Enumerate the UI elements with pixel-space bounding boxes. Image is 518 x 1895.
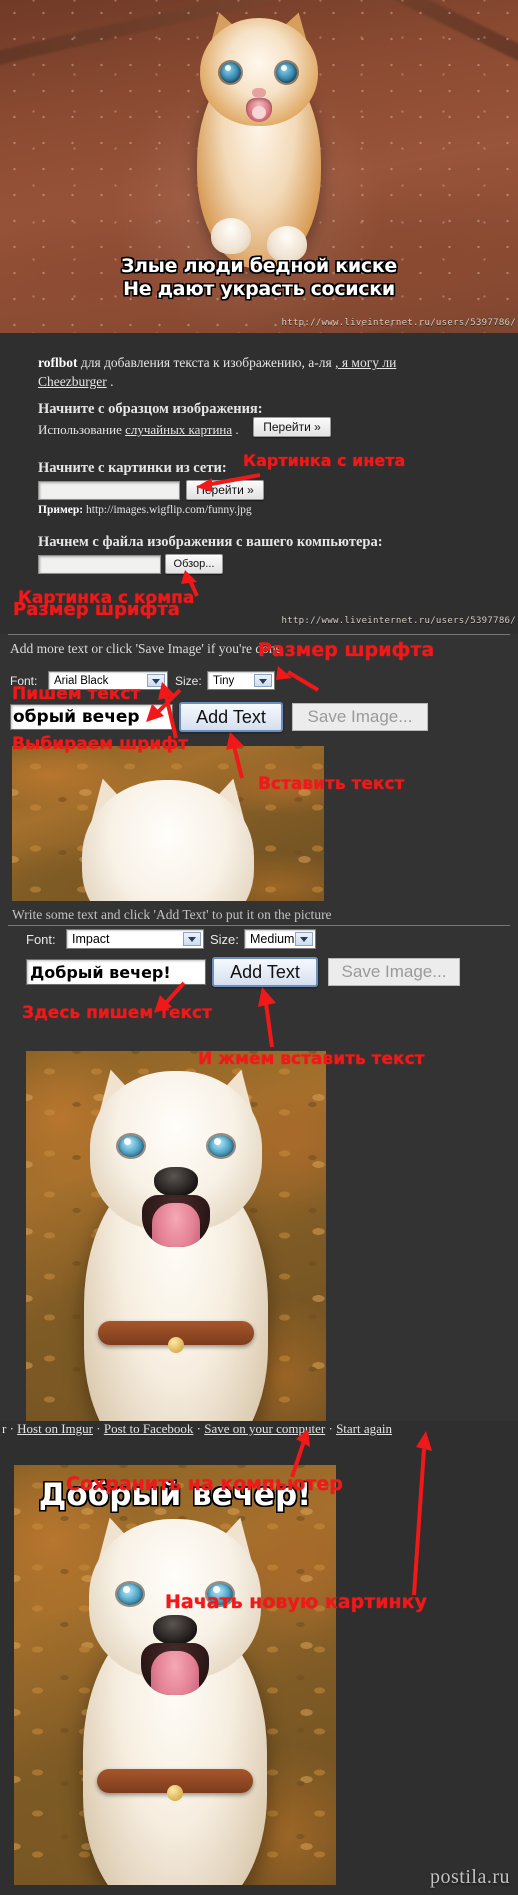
editor2-size-select[interactable]: Medium <box>244 929 316 949</box>
random-picture-link[interactable]: случайных картина <box>125 422 232 437</box>
liveinternet-watermark: http://www.liveinternet.ru/users/5397786… <box>281 318 516 328</box>
annotation-font-size: Размер шрифта <box>13 599 180 620</box>
chevron-down-icon[interactable] <box>295 932 313 946</box>
editor1-size-value: Tiny <box>213 674 235 687</box>
result-panel: r · Host on Imgur · Post to Facebook · S… <box>0 1421 518 1895</box>
editor1-add-text-button[interactable]: Add Text <box>179 702 283 732</box>
editor2-font-select[interactable]: Impact <box>66 929 204 949</box>
arrow-to-add-text <box>226 732 244 779</box>
editor-panel-two: Write some text and click 'Add Text' to … <box>0 901 518 1421</box>
dog-tongue <box>152 1203 200 1247</box>
file-path-input[interactable] <box>38 555 161 574</box>
sample-line: Использование случайных картина . <box>38 422 239 438</box>
intro-paragraph: roflbot для добавления текста к изображе… <box>38 353 478 391</box>
arrow-to-font-select <box>158 682 178 739</box>
sample-heading: Начните с образцом изображения: <box>38 401 263 417</box>
example-url: http://images.wigflip.com/funny.jpg <box>83 504 252 516</box>
roflbot-name: roflbot <box>38 355 78 370</box>
kitten-paw-left <box>211 218 251 254</box>
postila-watermark: postila.ru <box>430 1866 510 1888</box>
editor2-font-label: Font: <box>26 932 56 947</box>
dog-nose <box>154 1167 198 1197</box>
roflbot-instructions-panel: roflbot для добавления текста к изображе… <box>0 333 518 634</box>
chevron-down-icon[interactable] <box>254 674 272 687</box>
arrow-to-url-go <box>196 473 261 492</box>
annotation-write-text: Пишем текст <box>12 684 141 704</box>
meme-caption-line-2: Не дают украсть сосиски <box>123 278 395 300</box>
file-heading: Начнем с файла изображения с вашего комп… <box>38 534 383 550</box>
kitten-meme-image: Злые люди бедной киске Не дают украсть с… <box>0 0 518 333</box>
annotation-font-size-label: Размер шрифта <box>258 639 435 661</box>
kitten-nose <box>252 88 266 98</box>
sample-prefix: Использование <box>38 422 126 437</box>
editor2-font-value: Impact <box>72 932 110 946</box>
intro-link-icanhas[interactable]: , я могу ли <box>335 355 396 370</box>
dog-eye-left <box>118 1135 144 1157</box>
link-separator: · <box>93 1421 104 1436</box>
editor1-save-image-button[interactable]: Save Image... <box>292 703 428 731</box>
links-prefix: r · <box>2 1421 18 1436</box>
arrow-to-save-link <box>290 1429 310 1478</box>
editor-panel-one: Add more text or click 'Save Image' if y… <box>0 599 518 906</box>
dog-eye-left <box>117 1583 143 1605</box>
meme-caption-line-1: Злые люди бедной киске <box>120 255 398 277</box>
sample-go-button[interactable]: Перейти » <box>253 417 331 437</box>
dog-nose <box>153 1615 197 1645</box>
annotation-start-new-picture: Начать новую картинку <box>165 1591 427 1613</box>
arrow-to-size-select <box>276 666 320 692</box>
liveinternet-watermark-2: http://www.liveinternet.ru/users/5397786… <box>281 616 516 626</box>
editor2-save-image-button[interactable]: Save Image... <box>328 958 460 986</box>
editor2-add-text-button[interactable]: Add Text <box>212 957 318 987</box>
page-root: Злые люди бедной киске Не дают украсть с… <box>0 0 518 1895</box>
intro-period: . <box>106 374 114 389</box>
intro-text: для добавления текста к изображению, а-л… <box>77 355 336 370</box>
link-separator: · <box>325 1421 337 1436</box>
link-post-to-facebook[interactable]: Post to Facebook <box>104 1421 194 1436</box>
divider <box>8 634 510 635</box>
chevron-down-icon[interactable] <box>183 932 201 946</box>
arrow-to-browse <box>181 570 199 597</box>
editor1-text-value: обрый вечер <box>13 707 140 727</box>
kitten-eye-left <box>220 62 241 83</box>
dog-mouth <box>141 1643 209 1695</box>
final-meme-image: Добрый вечер! <box>14 1465 336 1885</box>
annotation-image-from-internet: Картинка с инета <box>243 451 406 470</box>
editor2-instruction-text: Write some text and click 'Add Text' to … <box>12 907 332 922</box>
link-separator: · <box>193 1421 205 1436</box>
divider <box>8 925 510 926</box>
link-host-on-imgur[interactable]: Host on Imgur <box>17 1421 93 1436</box>
dog-collar <box>98 1321 254 1353</box>
sample-suffix: . <box>232 422 239 437</box>
dog-eye-right <box>208 1135 234 1157</box>
editor1-instruction-text: Add more text or click 'Save Image' if y… <box>10 641 282 656</box>
link-start-again[interactable]: Start again <box>336 1421 392 1436</box>
dog-tongue <box>151 1651 199 1695</box>
annotation-insert-text: Вставить текст <box>258 774 405 794</box>
arrow-to-start-again <box>412 1431 432 1596</box>
result-links-bar: r · Host on Imgur · Post to Facebook · S… <box>0 1421 518 1437</box>
example-label: Пример: <box>38 504 84 516</box>
arrow-to-text-input-2 <box>154 981 186 1013</box>
annotation-press-add: И жмем вставить текст <box>198 1049 425 1069</box>
editor2-size-value: Medium <box>250 932 295 946</box>
intro-link-cheezburger[interactable]: Cheezburger <box>38 374 107 389</box>
url-example-line: Пример: http://images.wigflip.com/funny.… <box>38 504 252 516</box>
image-url-input[interactable] <box>38 481 180 500</box>
editor1-size-select[interactable]: Tiny <box>207 671 275 690</box>
editor2-size-label: Size: <box>210 932 239 947</box>
editor2-preview-photo <box>26 1051 326 1421</box>
dog-mouth <box>142 1195 210 1247</box>
dog-collar <box>97 1769 253 1801</box>
kitten-eye-right <box>276 62 297 83</box>
arrow-to-add-text-2 <box>258 987 276 1048</box>
editor1-preview-photo <box>12 746 324 906</box>
